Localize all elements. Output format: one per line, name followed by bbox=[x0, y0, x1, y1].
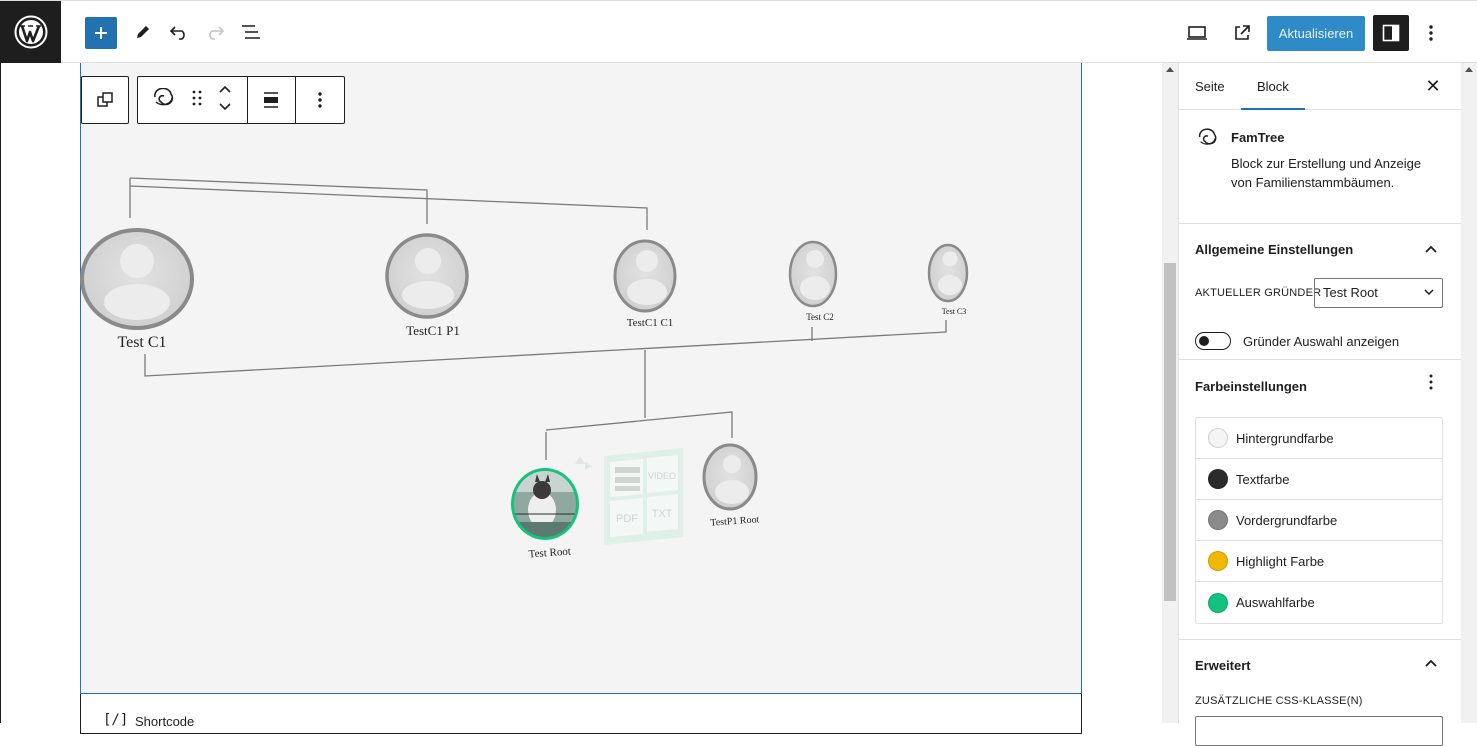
shortcode-label: Shortcode bbox=[135, 714, 195, 729]
person-name: Test Root bbox=[528, 546, 571, 561]
shortcode-block[interactable]: [/] Shortcode bbox=[80, 694, 1082, 734]
person-name: Test C3 bbox=[942, 307, 967, 316]
redo-icon[interactable] bbox=[204, 21, 226, 43]
desktop-preview-icon[interactable] bbox=[1185, 21, 1209, 45]
undo-icon[interactable] bbox=[168, 21, 190, 43]
block-options-icon[interactable] bbox=[296, 77, 344, 123]
chevron-up-icon[interactable] bbox=[1423, 242, 1439, 258]
founder-label: AKTUELLER GRÜNDER bbox=[1195, 287, 1322, 299]
color-swatch bbox=[1208, 510, 1228, 530]
person-node-test-root[interactable]: Test Root bbox=[510, 468, 580, 560]
color-list: Hintergrundfarbe Textfarbe Vordergrundfa… bbox=[1195, 417, 1443, 624]
person-name: Test C2 bbox=[806, 312, 834, 322]
sidebar-scrollbar[interactable] bbox=[1461, 63, 1477, 723]
tab-page[interactable]: Seite bbox=[1195, 63, 1225, 110]
canvas-left-border bbox=[0, 63, 1, 723]
panel-title[interactable]: Erweitert bbox=[1195, 658, 1251, 673]
color-item-background[interactable]: Hintergrundfarbe bbox=[1196, 418, 1442, 459]
color-label: Highlight Farbe bbox=[1236, 553, 1325, 569]
block-card: FamTree Block zur Erstellung und Anzeige… bbox=[1179, 110, 1461, 224]
panel-title[interactable]: Allgemeine Einstellungen bbox=[1195, 242, 1353, 257]
css-class-label: ZUSÄTZLICHE CSS-KLASSE(N) bbox=[1195, 695, 1363, 707]
css-class-input[interactable] bbox=[1195, 716, 1443, 746]
media-tile-pdf: PDF bbox=[616, 513, 638, 525]
add-block-button[interactable] bbox=[85, 17, 117, 49]
founder-select[interactable]: Test Root bbox=[1314, 278, 1443, 308]
panel-title: Farbeinstellungen bbox=[1195, 379, 1307, 394]
person-node-testc1-p1[interactable]: TestC1 P1 bbox=[385, 233, 469, 338]
scroll-up-icon[interactable] bbox=[1465, 67, 1473, 72]
media-tile-video: VIDEO bbox=[648, 471, 676, 481]
color-item-text[interactable]: Textfarbe bbox=[1196, 459, 1442, 500]
chevron-up-icon[interactable] bbox=[1423, 656, 1439, 672]
founder-toggle[interactable] bbox=[1195, 332, 1231, 350]
wordpress-logo-icon[interactable] bbox=[0, 1, 61, 63]
person-node-test-c3[interactable]: Test C3 bbox=[927, 243, 969, 316]
color-label: Textfarbe bbox=[1236, 471, 1290, 487]
family-tree: Test C1 TestC1 P1 TestC1 C1 Test C2 Test… bbox=[80, 177, 969, 560]
advanced-panel: Erweitert ZUSÄTZLICHE CSS-KLASSE(N) bbox=[1179, 640, 1461, 746]
color-swatch bbox=[1208, 551, 1228, 571]
duplicate-block-icon[interactable] bbox=[82, 77, 128, 123]
settings-sidebar: Seite Block ✕ FamTree Block zur Erstellu… bbox=[1178, 63, 1461, 746]
color-label: Vordergrundfarbe bbox=[1236, 512, 1338, 528]
famtree-block-icon[interactable] bbox=[152, 87, 176, 113]
close-icon[interactable]: ✕ bbox=[1423, 76, 1443, 96]
person-node-test-c2[interactable]: Test C2 bbox=[788, 240, 838, 322]
color-swatch bbox=[1208, 428, 1228, 448]
chevron-down-icon bbox=[1424, 289, 1434, 296]
toggle-label: Gründer Auswahl anzeigen bbox=[1243, 334, 1400, 349]
person-name: TestC1 P1 bbox=[406, 323, 460, 338]
block-description: Block zur Erstellung und Anzeige von Fam… bbox=[1231, 156, 1422, 190]
person-node-testc1-c1[interactable]: TestC1 C1 bbox=[613, 239, 677, 329]
color-item-highlight[interactable]: Highlight Farbe bbox=[1196, 541, 1442, 582]
canvas-scrollbar[interactable] bbox=[1162, 63, 1178, 723]
person-name: TestC1 C1 bbox=[627, 317, 674, 329]
options-menu-icon[interactable] bbox=[1421, 21, 1441, 45]
sidebar-icon bbox=[1382, 24, 1400, 42]
update-button[interactable]: Aktualisieren bbox=[1267, 16, 1365, 51]
famtree-block-icon bbox=[1197, 128, 1219, 153]
editor-top-bar: Aktualisieren bbox=[0, 0, 1477, 63]
color-swatch bbox=[1208, 469, 1228, 489]
block-toolbar bbox=[137, 76, 345, 124]
person-name: TestP1 Root bbox=[710, 514, 760, 528]
list-view-icon[interactable] bbox=[240, 21, 262, 43]
color-settings-panel: Farbeinstellungen Hintergrundfarbe Textf… bbox=[1179, 360, 1461, 640]
color-item-foreground[interactable]: Vordergrundfarbe bbox=[1196, 500, 1442, 541]
scrollbar-thumb[interactable] bbox=[1164, 263, 1176, 601]
drag-handle-icon[interactable] bbox=[192, 90, 202, 111]
settings-sidebar-toggle[interactable] bbox=[1373, 15, 1409, 51]
general-settings-panel: Allgemeine Einstellungen AKTUELLER GRÜND… bbox=[1179, 224, 1461, 360]
align-icon[interactable] bbox=[248, 77, 297, 123]
block-mover-group bbox=[138, 77, 248, 123]
person-name: Test C1 bbox=[117, 334, 166, 351]
block-title: FamTree bbox=[1231, 130, 1285, 145]
plus-icon bbox=[95, 27, 107, 39]
color-label: Hintergrundfarbe bbox=[1236, 430, 1334, 446]
pencil-icon[interactable] bbox=[132, 21, 154, 43]
move-up-down-icon[interactable] bbox=[218, 84, 232, 117]
sidebar-tabs: Seite Block ✕ bbox=[1179, 63, 1461, 110]
color-swatch bbox=[1208, 592, 1228, 613]
block-transform-toolbar bbox=[81, 76, 129, 124]
tab-block[interactable]: Block bbox=[1241, 63, 1305, 110]
media-attachments-panel[interactable]: VIDEO PDF TXT bbox=[575, 448, 683, 545]
media-tile-txt: TXT bbox=[652, 508, 673, 520]
external-link-icon[interactable] bbox=[1230, 21, 1254, 45]
color-label: Auswahlfarbe bbox=[1236, 595, 1315, 610]
shortcode-icon: [/] bbox=[103, 712, 129, 728]
person-node-testp1-root[interactable]: TestP1 Root bbox=[702, 443, 760, 529]
person-node-test-c1[interactable]: Test C1 bbox=[80, 228, 194, 351]
options-kebab-icon[interactable] bbox=[1425, 374, 1437, 394]
color-item-selection[interactable]: Auswahlfarbe bbox=[1196, 582, 1442, 623]
scroll-up-icon[interactable] bbox=[1166, 67, 1174, 72]
founder-select-value: Test Root bbox=[1323, 285, 1378, 300]
